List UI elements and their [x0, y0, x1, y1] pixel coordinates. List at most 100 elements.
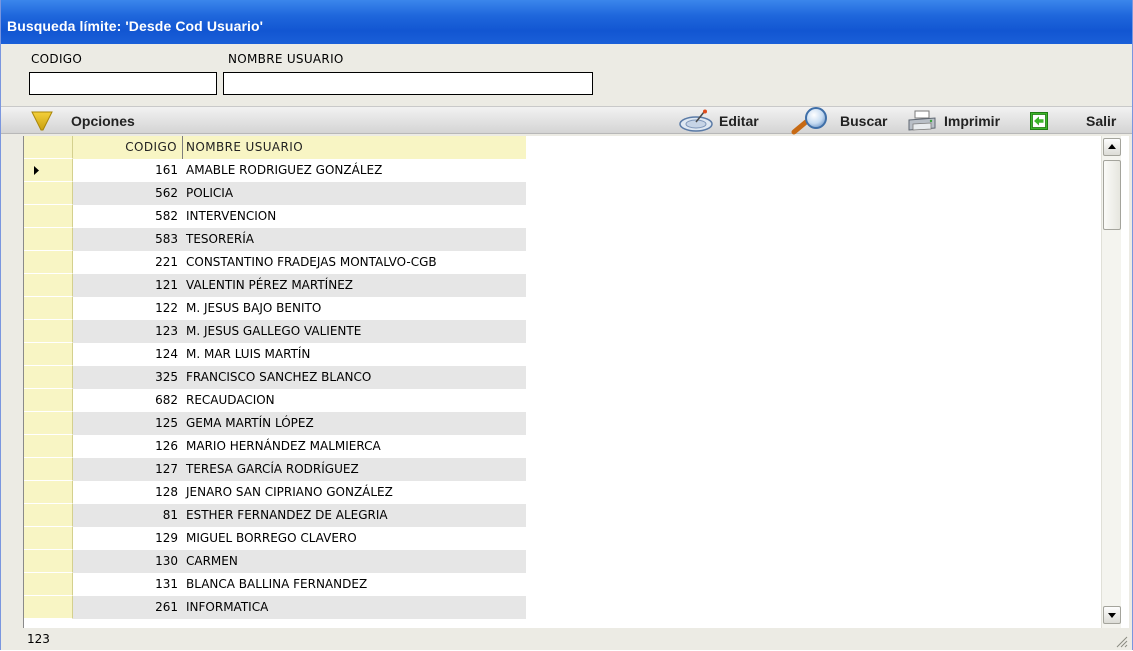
- satellite-dish-icon: [679, 109, 715, 133]
- editar-button[interactable]: Editar: [679, 107, 759, 135]
- cell-codigo[interactable]: 325: [73, 366, 183, 389]
- row-indicator[interactable]: [24, 366, 73, 389]
- cell-nombre-usuario[interactable]: AMABLE RODRIGUEZ GONZÁLEZ: [183, 159, 526, 182]
- table-row[interactable]: 129 MIGUEL BORREGO CLAVERO: [24, 527, 526, 550]
- column-header-codigo[interactable]: CODIGO: [73, 136, 183, 159]
- table-row[interactable]: 582 INTERVENCION: [24, 205, 526, 228]
- row-indicator[interactable]: [24, 297, 73, 320]
- results-grid[interactable]: CODIGO NOMBRE USUARIO 161 AMABLE RODRIGUE…: [23, 136, 1129, 628]
- cell-nombre-usuario[interactable]: M. JESUS BAJO BENITO: [183, 297, 526, 320]
- imprimir-button[interactable]: Imprimir: [907, 107, 1000, 135]
- table-row[interactable]: 130 CARMEN: [24, 550, 526, 573]
- table-row[interactable]: 682 RECAUDACION: [24, 389, 526, 412]
- row-indicator[interactable]: [24, 481, 73, 504]
- row-indicator[interactable]: [24, 343, 73, 366]
- table-row[interactable]: 261 INFORMATICA: [24, 596, 526, 619]
- scroll-down-button[interactable]: [1103, 606, 1121, 624]
- cell-codigo[interactable]: 562: [73, 182, 183, 205]
- table-row[interactable]: 127 TERESA GARCÍA RODRÍGUEZ: [24, 458, 526, 481]
- table-row[interactable]: 131 BLANCA BALLINA FERNANDEZ: [24, 573, 526, 596]
- column-header-nombre-usuario[interactable]: NOMBRE USUARIO: [183, 136, 526, 159]
- row-indicator[interactable]: [24, 596, 73, 619]
- cell-codigo[interactable]: 130: [73, 550, 183, 573]
- cell-nombre-usuario[interactable]: MARIO HERNÁNDEZ MALMIERCA: [183, 435, 526, 458]
- cell-codigo[interactable]: 126: [73, 435, 183, 458]
- nombre-usuario-input[interactable]: [223, 72, 593, 95]
- cell-codigo[interactable]: 81: [73, 504, 183, 527]
- table-row[interactable]: 161 AMABLE RODRIGUEZ GONZÁLEZ: [24, 159, 526, 182]
- row-indicator[interactable]: [24, 228, 73, 251]
- buscar-button[interactable]: Buscar: [791, 107, 887, 135]
- table-row[interactable]: 123 M. JESUS GALLEGO VALIENTE: [24, 320, 526, 343]
- cell-codigo[interactable]: 583: [73, 228, 183, 251]
- scroll-thumb[interactable]: [1103, 160, 1121, 230]
- cell-nombre-usuario[interactable]: FRANCISCO SANCHEZ BLANCO: [183, 366, 526, 389]
- status-text: 123: [27, 632, 50, 646]
- cell-codigo[interactable]: 128: [73, 481, 183, 504]
- cell-codigo[interactable]: 682: [73, 389, 183, 412]
- arrow-up-icon: [1108, 144, 1116, 149]
- salir-button[interactable]: Salir: [1030, 107, 1116, 135]
- row-indicator[interactable]: [24, 320, 73, 343]
- cell-nombre-usuario[interactable]: CARMEN: [183, 550, 526, 573]
- cell-codigo[interactable]: 129: [73, 527, 183, 550]
- row-indicator[interactable]: [24, 504, 73, 527]
- cell-nombre-usuario[interactable]: M. MAR LUIS MARTÍN: [183, 343, 526, 366]
- table-row[interactable]: 562 POLICIA: [24, 182, 526, 205]
- cell-nombre-usuario[interactable]: POLICIA: [183, 182, 526, 205]
- table-row[interactable]: 128 JENARO SAN CIPRIANO GONZÁLEZ: [24, 481, 526, 504]
- row-indicator[interactable]: [24, 205, 73, 228]
- row-indicator[interactable]: [24, 435, 73, 458]
- scroll-up-button[interactable]: [1103, 138, 1121, 156]
- cell-codigo[interactable]: 124: [73, 343, 183, 366]
- resize-grip-icon[interactable]: [1114, 634, 1128, 648]
- cell-nombre-usuario[interactable]: JENARO SAN CIPRIANO GONZÁLEZ: [183, 481, 526, 504]
- row-indicator[interactable]: [24, 550, 73, 573]
- cell-nombre-usuario[interactable]: INFORMATICA: [183, 596, 526, 619]
- cell-codigo[interactable]: 221: [73, 251, 183, 274]
- title-bar[interactable]: Busqueda límite: 'Desde Cod Usuario': [1, 0, 1132, 44]
- table-row[interactable]: 122 M. JESUS BAJO BENITO: [24, 297, 526, 320]
- cell-nombre-usuario[interactable]: INTERVENCION: [183, 205, 526, 228]
- cell-nombre-usuario[interactable]: VALENTIN PÉREZ MARTÍNEZ: [183, 274, 526, 297]
- vertical-scrollbar[interactable]: [1101, 136, 1121, 628]
- cell-nombre-usuario[interactable]: MIGUEL BORREGO CLAVERO: [183, 527, 526, 550]
- table-row[interactable]: 126 MARIO HERNÁNDEZ MALMIERCA: [24, 435, 526, 458]
- table-row[interactable]: 325 FRANCISCO SANCHEZ BLANCO: [24, 366, 526, 389]
- table-row[interactable]: 583 TESORERÍA: [24, 228, 526, 251]
- table-row[interactable]: 121 VALENTIN PÉREZ MARTÍNEZ: [24, 274, 526, 297]
- codigo-input[interactable]: [29, 72, 217, 95]
- cell-nombre-usuario[interactable]: TESORERÍA: [183, 228, 526, 251]
- cell-codigo[interactable]: 131: [73, 573, 183, 596]
- cell-nombre-usuario[interactable]: BLANCA BALLINA FERNANDEZ: [183, 573, 526, 596]
- row-indicator[interactable]: [24, 573, 73, 596]
- row-indicator[interactable]: [24, 159, 73, 182]
- cell-nombre-usuario[interactable]: RECAUDACION: [183, 389, 526, 412]
- cell-codigo[interactable]: 582: [73, 205, 183, 228]
- row-indicator[interactable]: [24, 182, 73, 205]
- row-indicator[interactable]: [24, 458, 73, 481]
- row-indicator[interactable]: [24, 389, 73, 412]
- cell-nombre-usuario[interactable]: CONSTANTINO FRADEJAS MONTALVO-CGB: [183, 251, 526, 274]
- table-row[interactable]: 221 CONSTANTINO FRADEJAS MONTALVO-CGB: [24, 251, 526, 274]
- table-row[interactable]: 124 M. MAR LUIS MARTÍN: [24, 343, 526, 366]
- table-row[interactable]: 81 ESTHER FERNANDEZ DE ALEGRIA: [24, 504, 526, 527]
- cell-nombre-usuario[interactable]: ESTHER FERNANDEZ DE ALEGRIA: [183, 504, 526, 527]
- cell-codigo[interactable]: 127: [73, 458, 183, 481]
- cell-codigo[interactable]: 261: [73, 596, 183, 619]
- cell-codigo[interactable]: 122: [73, 297, 183, 320]
- cell-nombre-usuario[interactable]: M. JESUS GALLEGO VALIENTE: [183, 320, 526, 343]
- cell-codigo[interactable]: 161: [73, 159, 183, 182]
- opciones-menu[interactable]: Opciones: [31, 107, 135, 135]
- codigo-label: CODIGO: [31, 52, 83, 66]
- cell-nombre-usuario[interactable]: TERESA GARCÍA RODRÍGUEZ: [183, 458, 526, 481]
- table-row[interactable]: 125 GEMA MARTÍN LÓPEZ: [24, 412, 526, 435]
- cell-codigo[interactable]: 123: [73, 320, 183, 343]
- row-indicator[interactable]: [24, 527, 73, 550]
- cell-codigo[interactable]: 121: [73, 274, 183, 297]
- cell-nombre-usuario[interactable]: GEMA MARTÍN LÓPEZ: [183, 412, 526, 435]
- row-indicator[interactable]: [24, 251, 73, 274]
- row-indicator[interactable]: [24, 274, 73, 297]
- cell-codigo[interactable]: 125: [73, 412, 183, 435]
- row-indicator[interactable]: [24, 412, 73, 435]
